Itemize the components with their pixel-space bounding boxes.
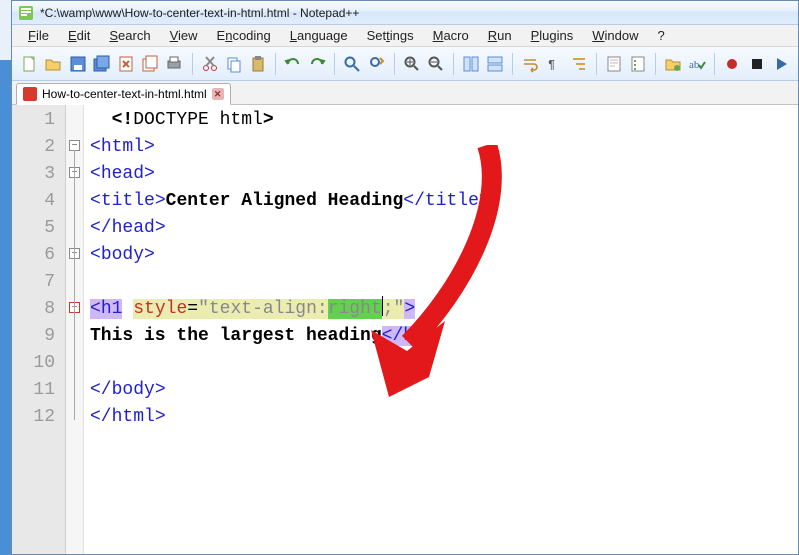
menu-file[interactable]: File — [20, 26, 57, 45]
app-icon — [18, 5, 34, 21]
notepadpp-window: *C:\wamp\www\How-to-center-text-in-html.… — [11, 0, 799, 555]
file-tab-label: How-to-center-text-in-html.html — [42, 87, 207, 101]
window-title: *C:\wamp\www\How-to-center-text-in-html.… — [40, 6, 359, 20]
line-number: 8 — [12, 296, 65, 323]
menu-help[interactable]: ? — [650, 26, 673, 45]
toolbar-doc-map-icon[interactable] — [603, 51, 625, 76]
line-number: 3 — [12, 161, 65, 188]
toolbar-separator — [394, 53, 395, 75]
toolbar-zoom-out-icon[interactable] — [425, 51, 447, 76]
outer-window-stripe — [0, 0, 11, 555]
menu-edit[interactable]: Edit — [60, 26, 98, 45]
toolbar-find-icon[interactable] — [341, 51, 363, 76]
line-number: 10 — [12, 350, 65, 377]
code-line[interactable] — [90, 269, 798, 296]
fold-column: −−−− — [66, 105, 84, 554]
toolbar-close-icon[interactable] — [115, 51, 137, 76]
code-line[interactable]: <head> — [90, 161, 798, 188]
line-number: 9 — [12, 323, 65, 350]
toolbar-close-all-icon[interactable] — [139, 51, 161, 76]
toolbar-sync-v-icon[interactable] — [460, 51, 482, 76]
toolbar-undo-icon[interactable] — [282, 51, 304, 76]
toolbar-replace-icon[interactable] — [365, 51, 387, 76]
toolbar-function-list-icon[interactable] — [627, 51, 649, 76]
line-number: 7 — [12, 269, 65, 296]
toolbar-separator — [275, 53, 276, 75]
toolbar-separator — [655, 53, 656, 75]
line-number: 11 — [12, 377, 65, 404]
toolbar-open-file-icon[interactable] — [42, 51, 64, 76]
menu-window[interactable]: Window — [584, 26, 646, 45]
code-line[interactable] — [90, 350, 798, 377]
code-line[interactable]: </head> — [90, 215, 798, 242]
toolbar-sync-h-icon[interactable] — [484, 51, 506, 76]
toolbar-new-file-icon[interactable] — [18, 51, 40, 76]
toolbar-wrap-icon[interactable] — [519, 51, 541, 76]
svg-text:ab: ab — [689, 59, 700, 71]
toolbar-separator — [596, 53, 597, 75]
editor-area: 123456789101112 −−−− <!DOCTYPE html><htm… — [12, 105, 798, 554]
toolbar-copy-icon[interactable] — [223, 51, 245, 76]
menu-bar: FileEditSearchViewEncodingLanguageSettin… — [12, 25, 798, 47]
toolbar-play-icon[interactable] — [770, 51, 792, 76]
code-line[interactable]: <!DOCTYPE html> — [90, 107, 798, 134]
line-number-gutter: 123456789101112 — [12, 105, 66, 554]
toolbar-print-icon[interactable] — [163, 51, 185, 76]
code-line[interactable]: <body> — [90, 242, 798, 269]
menu-settings[interactable]: Settings — [359, 26, 422, 45]
toolbar-all-chars-icon[interactable]: ¶ — [543, 51, 565, 76]
toolbar-stop-icon[interactable] — [746, 51, 768, 76]
code-line[interactable]: </html> — [90, 404, 798, 431]
file-tab[interactable]: How-to-center-text-in-html.html ✕ — [16, 83, 231, 105]
menu-language[interactable]: Language — [282, 26, 356, 45]
toolbar-zoom-in-icon[interactable] — [401, 51, 423, 76]
toolbar-cut-icon[interactable] — [198, 51, 220, 76]
menu-plugins[interactable]: Plugins — [523, 26, 582, 45]
toolbar-spell-icon[interactable]: ab — [686, 51, 708, 76]
toolbar-save-all-icon[interactable] — [91, 51, 113, 76]
toolbar-separator — [453, 53, 454, 75]
code-line[interactable]: <html> — [90, 134, 798, 161]
toolbar-separator — [714, 53, 715, 75]
toolbar-separator — [192, 53, 193, 75]
line-number: 6 — [12, 242, 65, 269]
file-modified-icon — [23, 87, 37, 101]
menu-view[interactable]: View — [162, 26, 206, 45]
code-line[interactable]: This is the largest heading</h1> — [90, 323, 798, 350]
code-line[interactable]: <h1 style="text-align:right;"> — [90, 296, 798, 323]
toolbar-separator — [334, 53, 335, 75]
title-bar[interactable]: *C:\wamp\www\How-to-center-text-in-html.… — [12, 1, 798, 25]
menu-encoding[interactable]: Encoding — [209, 26, 279, 45]
file-tab-bar: How-to-center-text-in-html.html ✕ — [12, 81, 798, 105]
toolbar-indent-guide-icon[interactable] — [568, 51, 590, 76]
line-number: 4 — [12, 188, 65, 215]
code-line[interactable]: <title>Center Aligned Heading</title> — [90, 188, 798, 215]
toolbar-separator — [512, 53, 513, 75]
line-number: 1 — [12, 107, 65, 134]
toolbar: ¶ ab — [12, 47, 798, 81]
toolbar-paste-icon[interactable] — [247, 51, 269, 76]
toolbar-save-icon[interactable] — [66, 51, 88, 76]
code-area[interactable]: <!DOCTYPE html><html><head><title>Center… — [84, 105, 798, 554]
line-number: 12 — [12, 404, 65, 431]
menu-run[interactable]: Run — [480, 26, 520, 45]
code-line[interactable]: </body> — [90, 377, 798, 404]
menu-macro[interactable]: Macro — [425, 26, 477, 45]
tab-close-icon[interactable]: ✕ — [212, 88, 224, 100]
line-number: 5 — [12, 215, 65, 242]
toolbar-folder-icon[interactable] — [662, 51, 684, 76]
menu-search[interactable]: Search — [101, 26, 158, 45]
line-number: 2 — [12, 134, 65, 161]
toolbar-redo-icon[interactable] — [306, 51, 328, 76]
toolbar-record-icon[interactable] — [721, 51, 743, 76]
svg-text:¶: ¶ — [548, 58, 555, 72]
